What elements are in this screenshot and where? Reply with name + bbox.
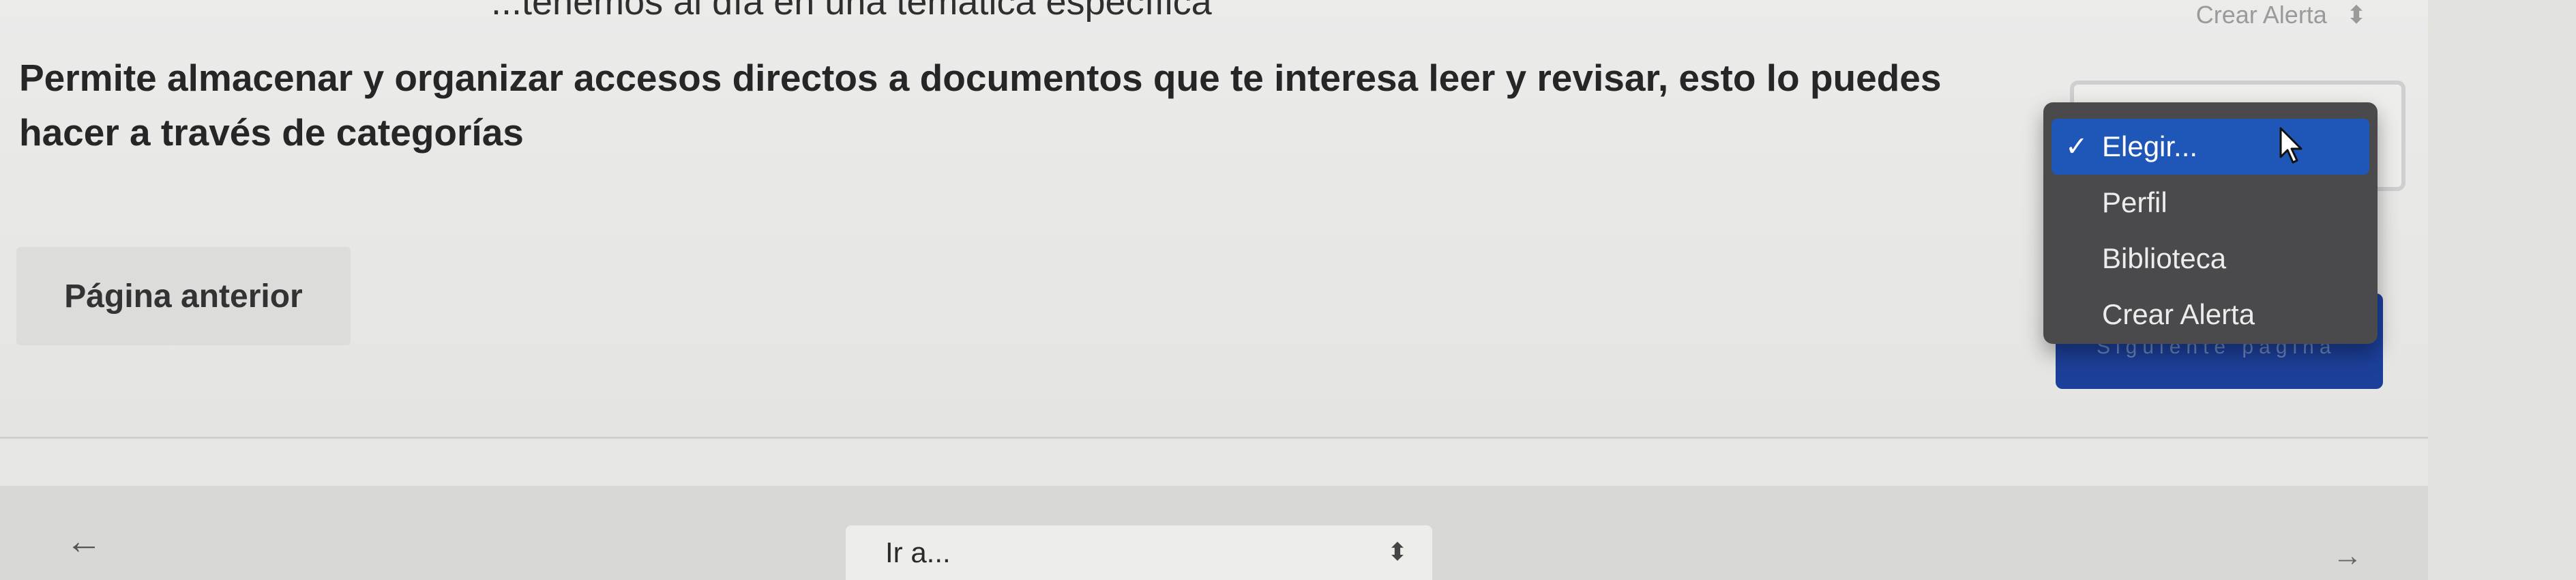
select-arrows-icon: ⬍: [2345, 1, 2367, 29]
dropdown-option-label: Perfil: [2102, 186, 2167, 218]
check-icon: ✓: [2065, 132, 2088, 162]
previous-page-button[interactable]: Página anterior: [16, 247, 351, 345]
content-card: ...tenemos al día en una temática especí…: [0, 0, 2428, 439]
mouse-pointer-icon: [2279, 127, 2303, 164]
goto-page-select[interactable]: Ir a... ⬍: [846, 525, 1432, 580]
header-text: ...tenemos al día en una temática especí…: [491, 0, 1212, 23]
forward-arrow-icon[interactable]: →: [2333, 539, 2363, 573]
dropdown-option-elegir[interactable]: ✓ Elegir...: [2052, 119, 2369, 175]
right-margin: [2428, 0, 2576, 580]
description-text: Permite almacenar y organizar accesos di…: [19, 57, 1942, 154]
select-arrows-icon: ⬍: [1387, 538, 1408, 566]
dropdown-option-biblioteca[interactable]: Biblioteca: [2043, 231, 2378, 287]
dropdown-option-label: Elegir...: [2102, 130, 2198, 162]
dropdown-option-label: Biblioteca: [2102, 242, 2227, 274]
top-select[interactable]: Crear Alerta ⬍: [2080, 0, 2380, 37]
category-dropdown[interactable]: ✓ Elegir... Perfil Biblioteca Crear Aler…: [2043, 102, 2378, 344]
previous-page-label: Página anterior: [64, 278, 303, 315]
dropdown-option-label: Crear Alerta: [2102, 298, 2255, 330]
top-select-value: Crear Alerta: [2195, 1, 2327, 29]
goto-label: Ir a...: [885, 536, 951, 568]
dropdown-option-perfil[interactable]: Perfil: [2043, 175, 2378, 231]
dropdown-option-crear-alerta[interactable]: Crear Alerta: [2043, 287, 2378, 343]
back-arrow-icon[interactable]: ←: [65, 520, 102, 562]
